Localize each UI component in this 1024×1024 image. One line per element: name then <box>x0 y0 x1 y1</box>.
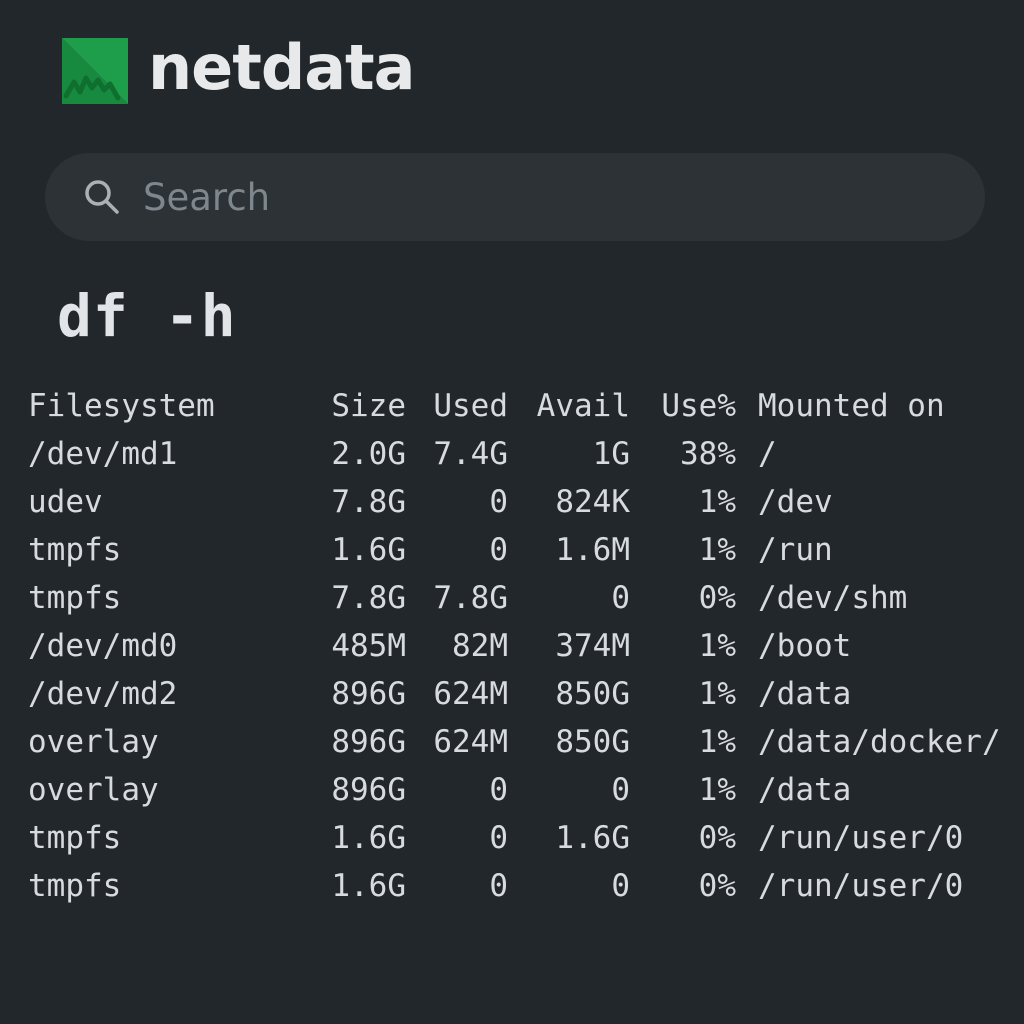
used-cell: 0 <box>489 532 508 568</box>
command-title: df -h <box>57 282 237 350</box>
filesystem-cell: udev <box>28 484 103 520</box>
table-header-row: Filesystem Size Used Avail Use% Mounted … <box>28 382 1001 430</box>
avail-cell: 374M <box>555 628 630 664</box>
size-cell: 7.8G <box>331 580 406 616</box>
netdata-logo-icon[interactable] <box>62 38 128 104</box>
use-percent-cell: 0% <box>698 820 736 856</box>
filesystem-cell: /dev/md2 <box>28 676 178 712</box>
filesystem-cell: tmpfs <box>28 580 122 616</box>
use-percent-cell: 38% <box>680 436 736 472</box>
filesystem-cell: /dev/md1 <box>28 436 178 472</box>
column-header-size: Size <box>331 388 406 424</box>
search-icon <box>85 180 119 214</box>
table-row: /dev/md1 2.0G 7.4G 1G 38% / <box>28 430 1001 478</box>
filesystem-cell: /dev/md0 <box>28 628 178 664</box>
mounted-on-cell: /data/docker/ <box>758 724 1001 760</box>
used-cell: 0 <box>489 820 508 856</box>
column-header-used: Used <box>433 388 508 424</box>
filesystem-cell: overlay <box>28 772 159 808</box>
use-percent-cell: 1% <box>698 532 736 568</box>
avail-cell: 0 <box>611 580 630 616</box>
app-header: netdata <box>62 37 416 104</box>
avail-cell: 0 <box>611 772 630 808</box>
avail-cell: 1.6G <box>555 820 630 856</box>
column-header-filesystem: Filesystem <box>28 388 215 424</box>
avail-cell: 0 <box>611 868 630 904</box>
filesystem-cell: tmpfs <box>28 532 122 568</box>
brand-name[interactable]: netdata <box>148 37 416 99</box>
mounted-on-cell: /run <box>758 532 833 568</box>
column-header-use-percent: Use% <box>661 388 736 424</box>
avail-cell: 1G <box>592 436 630 472</box>
size-cell: 485M <box>331 628 406 664</box>
table-row: udev 7.8G 0 824K 1% /dev <box>28 478 1001 526</box>
table-row: tmpfs 7.8G 7.8G 0 0% /dev/shm <box>28 574 1001 622</box>
filesystem-cell: tmpfs <box>28 868 122 904</box>
size-cell: 896G <box>331 772 406 808</box>
use-percent-cell: 0% <box>698 868 736 904</box>
table-row: /dev/md0 485M 82M 374M 1% /boot <box>28 622 1001 670</box>
table-row: tmpfs 1.6G 0 1.6G 0% /run/user/0 <box>28 814 1001 862</box>
mounted-on-cell: /run/user/0 <box>758 820 964 856</box>
table-row: overlay 896G 0 0 1% /data <box>28 766 1001 814</box>
mounted-on-cell: /dev/shm <box>758 580 908 616</box>
used-cell: 0 <box>489 772 508 808</box>
size-cell: 1.6G <box>331 868 406 904</box>
disk-usage-table: Filesystem Size Used Avail Use% Mounted … <box>28 382 1001 910</box>
mounted-on-cell: /run/user/0 <box>758 868 964 904</box>
mounted-on-cell: / <box>758 436 777 472</box>
used-cell: 624M <box>433 724 508 760</box>
table-row: overlay 896G 624M 850G 1% /data/docker/ <box>28 718 1001 766</box>
search-bar[interactable] <box>45 153 985 241</box>
used-cell: 82M <box>452 628 508 664</box>
use-percent-cell: 1% <box>698 676 736 712</box>
use-percent-cell: 1% <box>698 724 736 760</box>
column-header-mounted-on: Mounted on <box>758 388 945 424</box>
search-input[interactable] <box>141 166 985 228</box>
mounted-on-cell: /boot <box>758 628 852 664</box>
size-cell: 896G <box>331 724 406 760</box>
used-cell: 7.8G <box>433 580 508 616</box>
size-cell: 1.6G <box>331 820 406 856</box>
used-cell: 0 <box>489 868 508 904</box>
used-cell: 7.4G <box>433 436 508 472</box>
table-row: tmpfs 1.6G 0 1.6M 1% /run <box>28 526 1001 574</box>
avail-cell: 824K <box>555 484 630 520</box>
mounted-on-cell: /data <box>758 772 852 808</box>
size-cell: 7.8G <box>331 484 406 520</box>
use-percent-cell: 0% <box>698 580 736 616</box>
column-header-avail: Avail <box>536 388 630 424</box>
use-percent-cell: 1% <box>698 628 736 664</box>
table-row: tmpfs 1.6G 0 0 0% /run/user/0 <box>28 862 1001 910</box>
avail-cell: 1.6M <box>555 532 630 568</box>
used-cell: 624M <box>433 676 508 712</box>
used-cell: 0 <box>489 484 508 520</box>
mounted-on-cell: /dev <box>758 484 833 520</box>
size-cell: 1.6G <box>331 532 406 568</box>
table-row: /dev/md2 896G 624M 850G 1% /data <box>28 670 1001 718</box>
avail-cell: 850G <box>555 676 630 712</box>
filesystem-cell: overlay <box>28 724 159 760</box>
size-cell: 896G <box>331 676 406 712</box>
avail-cell: 850G <box>555 724 630 760</box>
use-percent-cell: 1% <box>698 772 736 808</box>
mounted-on-cell: /data <box>758 676 852 712</box>
size-cell: 2.0G <box>331 436 406 472</box>
use-percent-cell: 1% <box>698 484 736 520</box>
filesystem-cell: tmpfs <box>28 820 122 856</box>
